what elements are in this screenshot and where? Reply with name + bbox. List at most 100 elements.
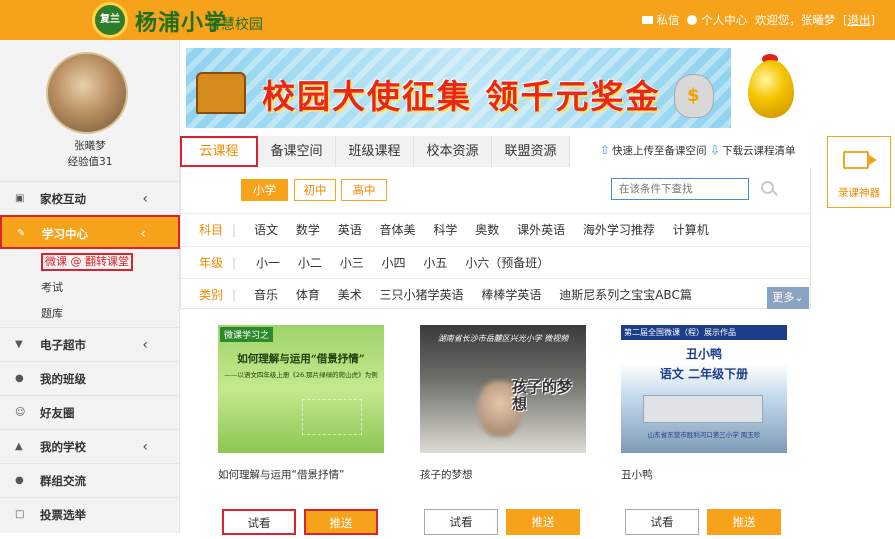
sidebar-item-label: 投票选举	[40, 508, 86, 522]
sidebar-item-home-school[interactable]: ▣ 家校互动 ‹	[0, 181, 180, 215]
sidebar-item-label: 电子超市	[40, 338, 86, 352]
sidebar-item-my-school[interactable]: ▲ 我的学校 ‹	[0, 429, 180, 463]
sidebar-item-label: 好友圈	[40, 406, 75, 420]
treasure-chest-icon	[196, 72, 246, 114]
search-input[interactable]	[611, 178, 749, 200]
search-icon[interactable]	[761, 181, 774, 194]
divider: |	[232, 288, 237, 302]
level-primary-button[interactable]: 小学	[241, 179, 288, 201]
category-option[interactable]: 美术	[338, 288, 362, 302]
sidebar-subitem-label: 微课 @ 翻转课堂	[41, 253, 133, 271]
thumbnail-footer: 山东省东营市胜利河口第三小学 周玉珍	[647, 431, 761, 439]
push-button[interactable]: 推送	[707, 509, 781, 535]
subject-option[interactable]: 英语	[338, 223, 362, 237]
sidebar-item-my-class[interactable]: ● 我的班级	[0, 361, 180, 395]
download-icon: ⇩	[710, 143, 721, 157]
category-option[interactable]: 迪斯尼系列之宝宝ABC篇	[559, 288, 692, 302]
tab-cloud-course[interactable]: 云课程	[180, 136, 258, 167]
grade-option[interactable]: 小二	[298, 256, 322, 270]
category-filter-label: 类别	[199, 288, 224, 302]
try-button[interactable]: 试看	[424, 509, 498, 535]
video-card: 微课学习之 如何理解与运用“借景抒情” ——以语文四年级上册《26.那片绿绿的爬…	[218, 325, 384, 539]
golden-egg-icon[interactable]	[748, 60, 794, 118]
thumbnail-subtitle: 语文 二年级下册	[659, 367, 749, 381]
subject-option[interactable]: 课外英语	[517, 223, 565, 237]
try-button[interactable]: 试看	[625, 509, 699, 535]
video-thumbnail[interactable]: 微课学习之 如何理解与运用“借景抒情” ——以语文四年级上册《26.那片绿绿的爬…	[218, 325, 384, 453]
sidebar-item-groups[interactable]: ● 群组交流	[0, 463, 180, 497]
category-options: 音乐 体育 美术 三只小猪学英语 棒棒学英语 迪斯尼系列之宝宝ABC篇	[254, 279, 706, 311]
subject-option[interactable]: 海外学习推荐	[583, 223, 655, 237]
grade-option[interactable]: 小三	[340, 256, 364, 270]
video-card: 湖南省长沙市岳麓区兴光小学 微视频 孩子的梦想 孩子的梦想 试看 推送	[420, 325, 586, 539]
record-tool-label: 录课神器	[838, 187, 880, 199]
grade-options: 小一 小二 小三 小四 小五 小六（预备班）	[256, 247, 563, 279]
subject-option[interactable]: 科学	[433, 223, 457, 237]
thumbnail-caption: 微课学习之	[220, 327, 274, 342]
chart-icon: □	[15, 509, 25, 520]
video-actions: 试看 推送	[420, 509, 586, 539]
subject-filter-row: 科目 | 语文 数学 英语 音体美 科学 奥数 课外英语 海外学习推荐 计算机	[181, 213, 810, 245]
tab-prep-space[interactable]: 备课空间	[258, 136, 336, 167]
grade-option[interactable]: 小一	[256, 256, 280, 270]
more-button[interactable]: 更多⌄	[767, 287, 809, 309]
messages-link[interactable]: 私信	[657, 13, 680, 27]
push-button[interactable]: 推送	[304, 509, 378, 535]
subject-option[interactable]: 音体美	[380, 223, 416, 237]
subject-option[interactable]: 语文	[254, 223, 278, 237]
promo-banner[interactable]: 校园大使征集 领千元奖金 $	[186, 48, 731, 128]
video-title[interactable]: 丑小鸭	[621, 467, 787, 487]
subject-option[interactable]: 数学	[296, 223, 320, 237]
record-tool-button[interactable]: 录课神器	[827, 136, 891, 208]
user-toolbar: 私信 个人中心 欢迎您，张曦梦 [退出]	[638, 12, 875, 28]
sidebar: 张曦梦 经验值31 ▣ 家校互动 ‹ ✎ 学习中心 ‹ 微课 @ 翻转课堂 考试…	[0, 40, 180, 533]
category-option[interactable]: 体育	[296, 288, 320, 302]
grade-option[interactable]: 小六（预备班）	[465, 256, 549, 270]
sidebar-item-label: 学习中心	[42, 227, 88, 241]
subject-option[interactable]: 计算机	[673, 223, 709, 237]
grade-option[interactable]: 小四	[382, 256, 406, 270]
thumbnail-stamp	[302, 399, 362, 435]
sidebar-subitem-exam[interactable]: 考试	[0, 275, 180, 301]
edit-icon: ✎	[17, 228, 26, 239]
avatar[interactable]	[46, 52, 128, 134]
grade-filter-row: 年级 | 小一 小二 小三 小四 小五 小六（预备班）	[181, 246, 810, 278]
push-button[interactable]: 推送	[506, 509, 580, 535]
sidebar-item-e-market[interactable]: ▼ 电子超市 ‹	[0, 327, 180, 361]
upload-link[interactable]: ⇧ 快速上传至备课空间	[600, 143, 707, 158]
gear-icon[interactable]	[687, 14, 698, 25]
category-option[interactable]: 音乐	[254, 288, 278, 302]
video-title[interactable]: 孩子的梦想	[420, 467, 586, 487]
category-option[interactable]: 三只小猪学英语	[380, 288, 464, 302]
logout-link[interactable]: [退出]	[843, 13, 875, 27]
school-logo-badge[interactable]: 复兰	[92, 2, 128, 38]
try-button[interactable]: 试看	[222, 509, 296, 535]
thumbnail-title: 丑小鸭	[685, 347, 722, 361]
tab-class-course[interactable]: 班级课程	[336, 136, 414, 167]
category-option[interactable]: 棒棒学英语	[481, 288, 541, 302]
sidebar-item-friends[interactable]: ☺ 好友圈	[0, 395, 180, 429]
sidebar-item-voting[interactable]: □ 投票选举	[0, 497, 180, 531]
group-icon: ●	[15, 475, 24, 486]
welcome-text: 欢迎您，张曦梦	[754, 13, 836, 27]
subject-option[interactable]: 奥数	[475, 223, 499, 237]
thumbnail-subtitle: 孩子的梦想	[512, 378, 573, 413]
level-middle-button[interactable]: 初中	[294, 179, 336, 201]
chevron-left-icon: ‹	[140, 226, 146, 242]
tab-alliance-resources[interactable]: 联盟资源	[492, 136, 570, 167]
download-link[interactable]: ⇩ 下载云课程清单	[710, 143, 796, 158]
tab-school-resources[interactable]: 校本资源	[414, 136, 492, 167]
level-high-button[interactable]: 高中	[341, 179, 387, 201]
video-title[interactable]: 如何理解与运用“借景抒情”	[218, 467, 384, 487]
video-thumbnail[interactable]: 湖南省长沙市岳麓区兴光小学 微视频 孩子的梦想	[420, 325, 586, 453]
mail-icon[interactable]	[641, 15, 653, 24]
home-icon: ▣	[15, 193, 25, 204]
sidebar-subitem-microlesson[interactable]: 微课 @ 翻转课堂	[0, 249, 180, 275]
personal-center-link[interactable]: 个人中心	[701, 13, 747, 27]
grade-option[interactable]: 小五	[423, 256, 447, 270]
top-header: 复兰 杨浦小学 智慧校园 私信 个人中心 欢迎您，张曦梦 [退出]	[0, 0, 895, 40]
sidebar-subitem-question-bank[interactable]: 题库	[0, 301, 180, 327]
video-thumbnail[interactable]: 第二届全国微课（程）展示作品 丑小鸭 语文 二年级下册 山东省东营市胜利河口第三…	[621, 325, 787, 453]
video-camera-icon	[843, 151, 869, 169]
sidebar-item-learning-center[interactable]: ✎ 学习中心 ‹	[0, 215, 180, 249]
